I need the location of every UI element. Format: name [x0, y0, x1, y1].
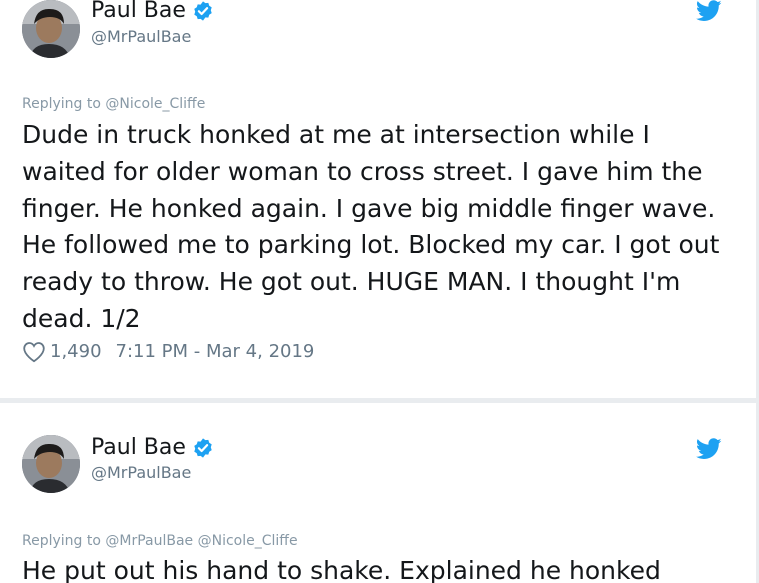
avatar-photo [22, 435, 80, 493]
tweet-card[interactable]: Paul Bae @MrPaulBae Replying to @Nicole_… [0, 0, 756, 398]
tweet-text: Dude in truck honked at me at intersecti… [22, 120, 720, 333]
verified-badge-icon [194, 1, 212, 21]
tweet-timestamp[interactable]: 7:11 PM - Mar 4, 2019 [116, 340, 315, 364]
author-handle[interactable]: @MrPaulBae [91, 463, 191, 483]
tweet-meta: 1,490 7:11 PM - Mar 4, 2019 [22, 340, 314, 364]
author-handle[interactable]: @MrPaulBae [91, 27, 191, 47]
avatar[interactable] [22, 435, 80, 493]
like-count[interactable]: 1,490 [50, 340, 102, 364]
verified-badge-icon [194, 438, 212, 458]
tweet-text: He put out his hand to shake. Explained … [22, 556, 661, 583]
heart-icon[interactable] [22, 341, 46, 363]
replying-to[interactable]: Replying to @Nicole_Cliffe [22, 95, 205, 113]
author-name[interactable]: Paul Bae [91, 433, 186, 463]
author-name[interactable]: Paul Bae [91, 0, 186, 26]
twitter-bird-icon[interactable] [696, 438, 722, 460]
avatar-photo [22, 0, 80, 58]
tweet-card[interactable]: Paul Bae @MrPaulBae Replying to @MrPaulB… [0, 403, 756, 583]
avatar[interactable] [22, 0, 80, 58]
replying-to[interactable]: Replying to @MrPaulBae @Nicole_Cliffe [22, 532, 298, 550]
twitter-bird-icon[interactable] [696, 0, 722, 22]
